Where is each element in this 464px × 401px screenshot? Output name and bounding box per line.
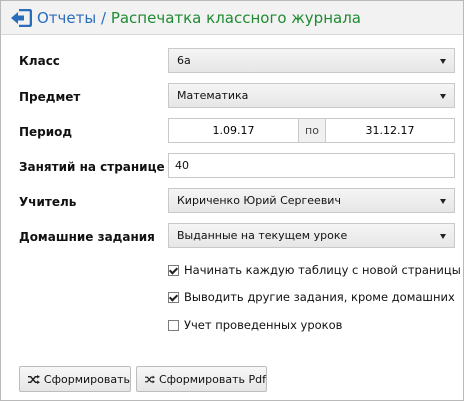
new-page-per-table-label[interactable]: Начинать каждую таблицу с новой страницы xyxy=(184,263,461,277)
shuffle-icon xyxy=(145,375,155,383)
lessons-per-page-label: Занятий на странице xyxy=(19,160,165,174)
chevron-down-icon xyxy=(440,94,446,99)
homework-label: Домашние задания xyxy=(19,230,155,244)
generate-button[interactable]: Сформировать xyxy=(19,366,131,392)
lessons-per-page-input[interactable]: 40 xyxy=(168,153,455,178)
breadcrumb: Отчеты / Распечатка классного журнала xyxy=(37,9,361,27)
class-select-value: 6а xyxy=(177,54,191,67)
teacher-select[interactable]: Кириченко Юрий Сергеевич xyxy=(168,188,455,213)
generate-button-label: Сформировать xyxy=(43,372,130,386)
page-title: Распечатка классного журнала xyxy=(110,9,361,27)
teacher-label: Учитель xyxy=(19,195,77,209)
new-page-per-table-checkbox[interactable] xyxy=(168,265,179,276)
teacher-select-value: Кириченко Юрий Сергеевич xyxy=(177,194,341,207)
chevron-down-icon xyxy=(440,234,446,239)
chevron-down-icon xyxy=(440,199,446,204)
other-tasks-label[interactable]: Выводить другие задания, кроме домашних xyxy=(184,290,455,304)
page-header: Отчеты / Распечатка классного журнала xyxy=(1,1,463,35)
subject-select[interactable]: Математика xyxy=(168,83,455,108)
period-separator: по xyxy=(299,118,325,143)
back-arrow-icon[interactable] xyxy=(10,9,32,27)
chevron-down-icon xyxy=(440,59,446,64)
generate-pdf-button-label: Сформировать Pdf xyxy=(158,372,266,386)
lessons-accounting-checkbox[interactable] xyxy=(168,320,179,331)
period-to-input[interactable]: 31.12.17 xyxy=(325,118,455,143)
breadcrumb-reports-link[interactable]: Отчеты xyxy=(37,9,96,27)
period-from-input[interactable]: 1.09.17 xyxy=(168,118,299,143)
shuffle-icon xyxy=(28,374,40,384)
homework-select-value: Выданные на текущем уроке xyxy=(177,229,348,242)
lessons-per-page-value: 40 xyxy=(175,159,189,172)
subject-label: Предмет xyxy=(19,90,81,104)
class-select[interactable]: 6а xyxy=(168,48,455,73)
lessons-accounting-label[interactable]: Учет проведенных уроков xyxy=(184,318,342,332)
period-label: Период xyxy=(19,125,73,139)
class-label: Класс xyxy=(19,54,60,68)
homework-select[interactable]: Выданные на текущем уроке xyxy=(168,223,455,248)
generate-pdf-button[interactable]: Сформировать Pdf xyxy=(136,366,267,392)
other-tasks-checkbox[interactable] xyxy=(168,292,179,303)
subject-select-value: Математика xyxy=(177,89,249,102)
breadcrumb-separator: / xyxy=(96,9,111,27)
